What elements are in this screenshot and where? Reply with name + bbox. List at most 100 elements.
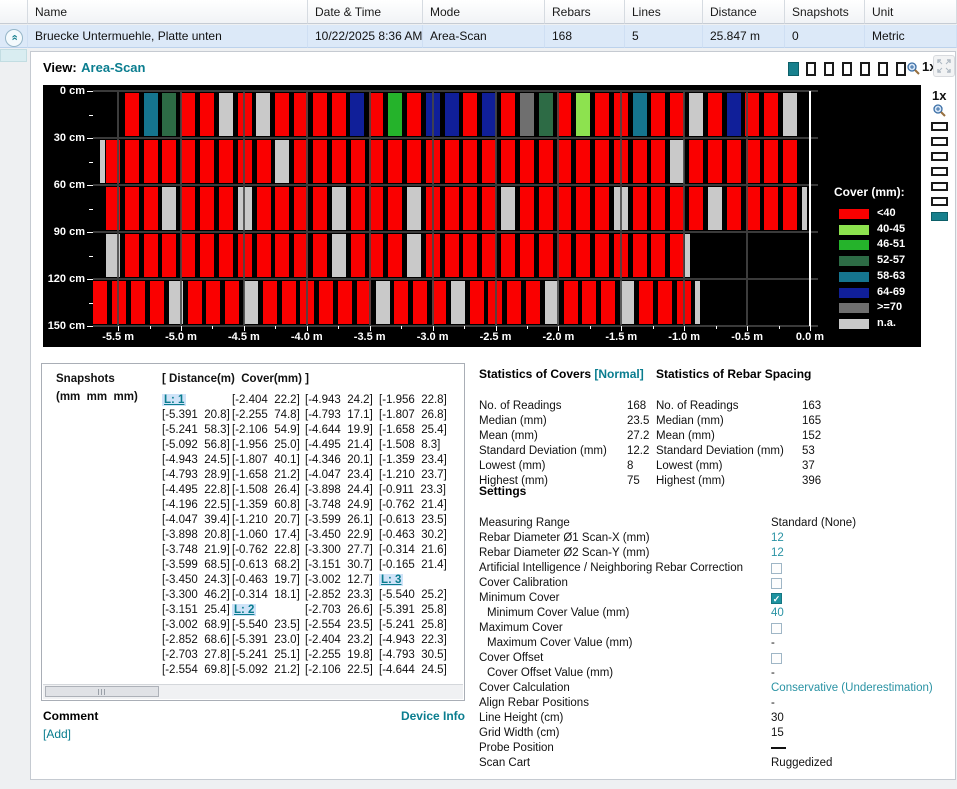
rebar-bar-line2-9 xyxy=(257,140,271,183)
line-link-3[interactable]: L: 3 xyxy=(379,574,403,586)
y-axis-label: 120 cm xyxy=(45,273,85,285)
column-header-name[interactable]: Name xyxy=(28,0,308,24)
column-header-lines[interactable]: Lines xyxy=(625,0,703,24)
rebar-bar-line1-8 xyxy=(256,93,270,136)
row-cell[interactable]: Area-Scan xyxy=(423,25,545,48)
rebar-bar-line2-33 xyxy=(708,140,722,183)
stats-spacing-section: Statistics of Rebar Spacing No. of Readi… xyxy=(656,365,856,383)
rebar-bar-line3-4 xyxy=(162,187,176,230)
checkbox-unchecked[interactable] xyxy=(771,623,782,634)
area-scan-chart[interactable]: -5.5 m-5.0 m-4.5 m-4.0 m-3.5 m-3.0 m-2.5… xyxy=(43,85,921,347)
view-mode-value[interactable]: Area-Scan xyxy=(81,60,145,75)
rebar-bar-line1-14 xyxy=(369,93,383,136)
x-major-tick xyxy=(244,326,245,331)
row-cell[interactable]: 5 xyxy=(625,25,703,48)
line-square-7[interactable] xyxy=(931,212,948,221)
row-cell[interactable]: Bruecke Untermuehle, Platte unten xyxy=(28,25,308,48)
rebar-bar-line1-32 xyxy=(708,93,722,136)
rebar-bar-line1-33 xyxy=(727,93,741,136)
snapshot-reading: [-2.554 23.5] xyxy=(305,618,373,633)
x-gridline xyxy=(495,91,497,326)
column-header-unit[interactable]: Unit xyxy=(865,0,957,24)
row-cell[interactable]: 168 xyxy=(545,25,625,48)
collapse-row-button[interactable]: « xyxy=(5,29,23,47)
x-major-tick xyxy=(496,326,497,331)
rebar-bar-line1-25 xyxy=(576,93,590,136)
rebar-bar-line2-12 xyxy=(313,140,327,183)
column-header-mode[interactable]: Mode xyxy=(423,0,545,24)
setting-value[interactable]: Conservative (Underestimation) xyxy=(771,681,933,696)
snapshot-reading: [-3.151 30.7] xyxy=(305,558,373,573)
checkbox-unchecked[interactable] xyxy=(771,578,782,589)
checkbox-unchecked[interactable] xyxy=(771,563,782,574)
snapshot-reading: [-5.241 25.1] xyxy=(232,648,300,663)
page-square-7[interactable] xyxy=(896,62,906,76)
checkbox-unchecked[interactable] xyxy=(771,653,782,664)
rebar-bar-line5-17 xyxy=(394,281,408,324)
stats-covers-tag[interactable]: [Normal] xyxy=(594,367,643,381)
snapshot-reading: [-4.047 23.4] xyxy=(305,468,373,483)
page-square-4[interactable] xyxy=(842,62,852,76)
y-gridline xyxy=(93,231,818,233)
stat-cover-value: 12.2 xyxy=(627,444,649,459)
rebar-bar-line3-27 xyxy=(595,187,609,230)
snapshot-reading: [-3.599 26.1] xyxy=(305,513,373,528)
stat-cover-value: 23.5 xyxy=(627,414,649,429)
row-cell[interactable]: 0 xyxy=(785,25,865,48)
rebar-bar-line3-33 xyxy=(708,187,722,230)
expand-view-button[interactable] xyxy=(933,55,955,77)
row-cell[interactable]: Metric xyxy=(865,25,957,48)
page-square-3[interactable] xyxy=(824,62,834,76)
rebar-bar-line3-13 xyxy=(332,187,346,230)
view-bar: View: Area-Scan xyxy=(43,59,145,77)
x-major-tick xyxy=(118,326,119,331)
page-square-6[interactable] xyxy=(878,62,888,76)
rebar-bar-line1-36 xyxy=(783,93,797,136)
snapshot-reading: [-1.508 26.4] xyxy=(232,483,300,498)
page-square-5[interactable] xyxy=(860,62,870,76)
line-square-4[interactable] xyxy=(931,167,948,176)
comment-add-link[interactable]: [Add] xyxy=(43,727,71,741)
column-header-distance[interactable]: Distance xyxy=(703,0,785,24)
rebar-bar-line4-7 xyxy=(219,234,233,277)
rebar-bar-line5-30 xyxy=(639,281,653,324)
setting-value[interactable]: 12 xyxy=(771,546,784,561)
y-major-tick xyxy=(87,91,93,92)
rebar-bar-line4-31 xyxy=(670,234,684,277)
column-header-rebars[interactable]: Rebars xyxy=(545,0,625,24)
line-square-3[interactable] xyxy=(931,152,948,161)
y-minor-tick xyxy=(89,115,93,116)
snapshots-scrollbar[interactable] xyxy=(43,684,463,699)
line-link-2[interactable]: L: 2 xyxy=(232,604,256,616)
x-minor-tick xyxy=(401,326,402,329)
zoom-in-side-icon[interactable] xyxy=(933,104,946,117)
scrollbar-thumb[interactable] xyxy=(45,686,159,697)
page-square-2[interactable] xyxy=(806,62,816,76)
snapshot-reading: [-0.463 19.7] xyxy=(232,573,300,588)
rebar-bar-line4-16 xyxy=(388,234,402,277)
checkbox-checked[interactable]: ✓ xyxy=(771,593,782,604)
row-cell[interactable]: 10/22/2025 8:36 AM xyxy=(308,25,423,48)
device-info-link[interactable]: Device Info xyxy=(390,709,465,723)
line-square-1[interactable] xyxy=(931,122,948,131)
rebar-bar-line1-3 xyxy=(162,93,176,136)
line-square-5[interactable] xyxy=(931,182,948,191)
line-square-6[interactable] xyxy=(931,197,948,206)
line-square-2[interactable] xyxy=(931,137,948,146)
rebar-bar-line1-1 xyxy=(125,93,139,136)
legend-swatch-5863 xyxy=(839,272,869,282)
snapshot-reading: [-4.943 24.5] xyxy=(162,453,230,468)
zoom-in-icon[interactable] xyxy=(907,62,920,75)
snapshot-reading: [-5.391 20.8] xyxy=(162,408,230,423)
snapshot-reading: [-5.391 23.0] xyxy=(232,633,300,648)
column-header-date-time[interactable]: Date & Time xyxy=(308,0,423,24)
setting-value[interactable]: 12 xyxy=(771,531,784,546)
row-cell[interactable]: 25.847 m xyxy=(703,25,785,48)
y-minor-tick xyxy=(89,162,93,163)
page-square-1[interactable] xyxy=(788,62,799,76)
line-link-1[interactable]: L: 1 xyxy=(162,394,186,406)
column-header-snapshots[interactable]: Snapshots xyxy=(785,0,865,24)
rebar-bar-line5-26 xyxy=(564,281,578,324)
setting-value[interactable]: 40 xyxy=(771,606,784,621)
x-minor-tick xyxy=(150,326,151,329)
